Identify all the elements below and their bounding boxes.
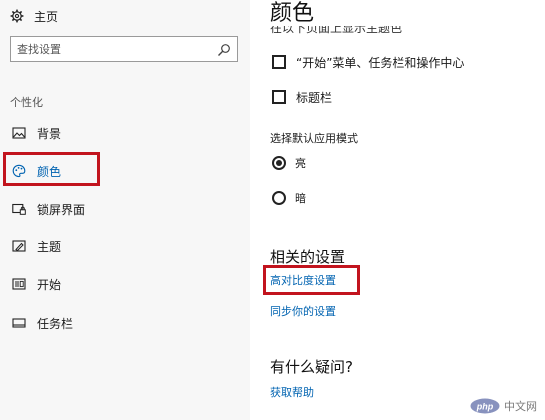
sidebar-item-start[interactable]: 开始 (12, 274, 61, 294)
high-contrast-link[interactable]: 高对比度设置 (270, 272, 336, 288)
taskbar-icon (12, 316, 26, 330)
start-taskbar-action-center-checkbox[interactable]: “开始”菜单、任务栏和操作中心 (272, 53, 464, 71)
radio-label: 暗 (295, 192, 306, 205)
checkbox-label: “开始”菜单、任务栏和操作中心 (296, 55, 465, 70)
sidebar-item-label: 任务栏 (37, 316, 74, 331)
sidebar-item-taskbar[interactable]: 任务栏 (12, 313, 73, 333)
settings-sidebar: 主页 个性化 背景 颜色 (0, 0, 250, 420)
radio-button[interactable] (272, 156, 286, 170)
accent-surface-label: 在以下页面上显示主题色 (270, 26, 403, 35)
lock-screen-icon (12, 202, 26, 216)
checkbox-box[interactable] (272, 55, 286, 69)
sidebar-item-label: 背景 (37, 126, 62, 141)
palette-icon (12, 164, 26, 178)
radio-button[interactable] (272, 191, 286, 205)
image-icon (12, 126, 26, 140)
theme-icon (12, 239, 26, 253)
svg-text:php: php (476, 402, 494, 412)
sidebar-item-label: 颜色 (37, 164, 62, 179)
dark-mode-radio[interactable]: 暗 (272, 189, 306, 207)
php-logo-icon: php (470, 398, 500, 414)
sidebar-item-background[interactable]: 背景 (12, 123, 61, 143)
sync-settings-link[interactable]: 同步你的设置 (270, 303, 336, 319)
checkbox-box[interactable] (272, 90, 286, 104)
search-input[interactable] (11, 37, 217, 61)
gear-icon (10, 9, 24, 23)
checkbox-label: 标题栏 (296, 90, 333, 105)
page-title: 颜色 (270, 1, 315, 26)
site-watermark: php 中文网 (470, 398, 537, 414)
sidebar-item-colors[interactable]: 颜色 (12, 161, 61, 181)
search-box[interactable] (10, 36, 238, 62)
start-icon (12, 277, 26, 291)
title-bar-checkbox[interactable]: 标题栏 (272, 88, 332, 106)
questions-heading: 有什么疑问? (270, 358, 353, 376)
sidebar-item-themes[interactable]: 主题 (12, 236, 61, 256)
radio-label: 亮 (295, 157, 306, 170)
sidebar-item-lock-screen[interactable]: 锁屏界面 (12, 199, 85, 219)
related-settings-heading: 相关的设置 (270, 248, 346, 266)
search-icon[interactable] (217, 42, 231, 56)
color-settings-panel: 颜色 在以下页面上显示主题色 “开始”菜单、任务栏和操作中心 标题栏 选择默认应… (250, 0, 545, 420)
watermark-text: 中文网 (504, 400, 537, 413)
light-mode-radio[interactable]: 亮 (272, 154, 306, 172)
get-help-link[interactable]: 获取帮助 (270, 384, 314, 400)
sidebar-item-label: 开始 (37, 277, 62, 292)
home-nav[interactable]: 主页 (10, 7, 58, 25)
sidebar-item-label: 锁屏界面 (37, 202, 86, 217)
section-heading-personalization: 个性化 (10, 96, 43, 109)
home-label: 主页 (34, 9, 59, 24)
sidebar-item-label: 主题 (37, 239, 62, 254)
app-mode-label: 选择默认应用模式 (270, 132, 358, 145)
